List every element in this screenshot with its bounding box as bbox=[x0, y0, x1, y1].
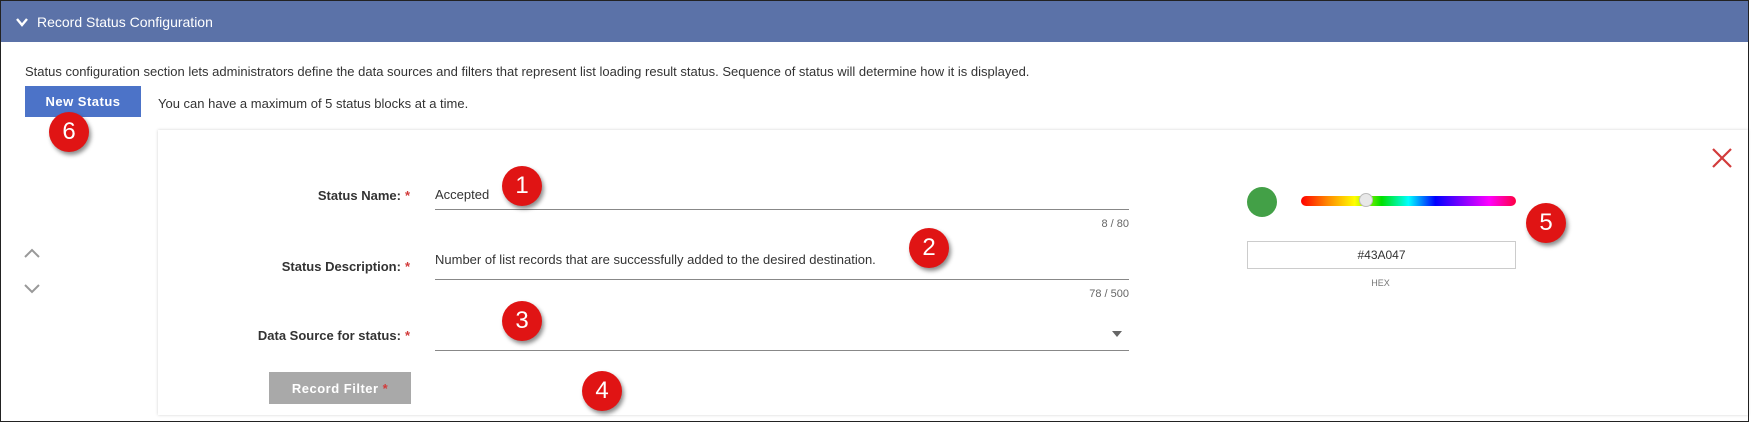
annotation-badge-2: 2 bbox=[909, 228, 949, 268]
required-marker: * bbox=[404, 188, 410, 203]
record-filter-label: Record Filter bbox=[291, 380, 379, 396]
status-description-input[interactable]: Number of list records that are successf… bbox=[435, 252, 876, 267]
status-name-label-text: Status Name: bbox=[317, 188, 401, 203]
required-marker: * bbox=[404, 259, 410, 274]
required-marker: * bbox=[382, 380, 389, 396]
section-title: Record Status Configuration bbox=[37, 13, 213, 30]
status-description-label: Status Description: * bbox=[200, 259, 410, 274]
chevron-down-icon[interactable] bbox=[15, 15, 29, 29]
section-header[interactable]: Record Status Configuration bbox=[1, 1, 1748, 42]
hex-input[interactable]: #43A047 bbox=[1247, 241, 1516, 269]
status-name-underline bbox=[435, 209, 1129, 210]
hex-label: HEX bbox=[1371, 278, 1390, 288]
status-description-counter: 78 / 500 bbox=[1089, 288, 1129, 300]
move-up-icon[interactable] bbox=[22, 246, 42, 260]
data-source-underline bbox=[435, 350, 1129, 351]
max-status-note: You can have a maximum of 5 status block… bbox=[158, 96, 469, 111]
intro-text: Status configuration section lets admini… bbox=[25, 64, 1030, 79]
new-status-button[interactable]: New Status bbox=[25, 86, 141, 117]
close-icon[interactable] bbox=[1710, 146, 1734, 170]
data-source-label-text: Data Source for status: bbox=[257, 328, 401, 343]
status-name-input[interactable]: Accepted bbox=[435, 187, 489, 202]
status-name-counter: 8 / 80 bbox=[1101, 218, 1129, 230]
dropdown-caret-icon[interactable] bbox=[1112, 331, 1122, 337]
annotation-badge-1: 1 bbox=[502, 166, 542, 206]
move-down-icon[interactable] bbox=[22, 282, 42, 296]
hue-slider[interactable] bbox=[1301, 196, 1516, 206]
hue-slider-thumb[interactable] bbox=[1358, 193, 1373, 207]
record-filter-button[interactable]: Record Filter * bbox=[269, 372, 411, 404]
required-marker: * bbox=[404, 328, 410, 343]
annotation-badge-4: 4 bbox=[582, 371, 622, 411]
annotation-badge-3: 3 bbox=[502, 301, 542, 341]
color-swatch bbox=[1247, 187, 1277, 217]
annotation-badge-5: 5 bbox=[1526, 203, 1566, 243]
data-source-label: Data Source for status: * bbox=[200, 328, 410, 343]
status-name-label: Status Name: * bbox=[230, 188, 410, 203]
status-description-underline bbox=[435, 279, 1129, 280]
annotation-badge-6: 6 bbox=[49, 112, 89, 152]
status-description-label-text: Status Description: bbox=[281, 259, 401, 274]
